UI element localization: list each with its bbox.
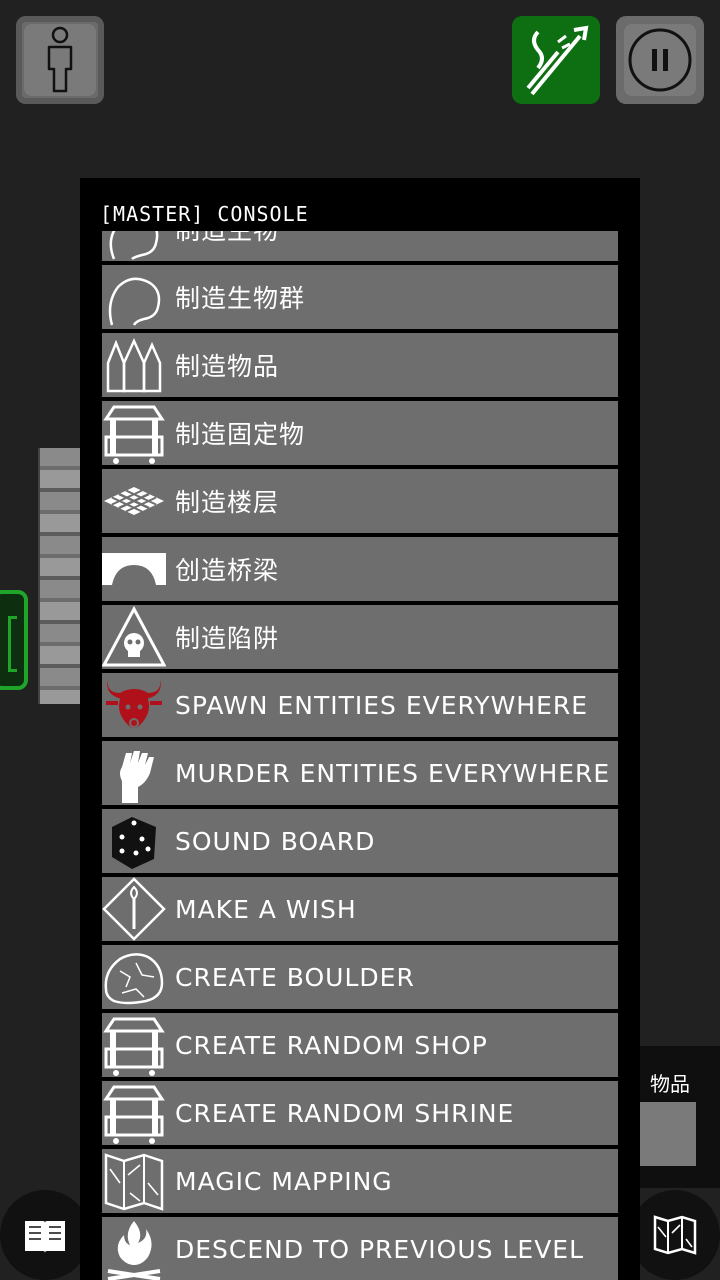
side-drawer-handle[interactable] (0, 590, 28, 690)
menu-item-label: SOUND BOARD (175, 826, 376, 856)
console-menu-list[interactable]: 制造生物 制造生物群 制造物品 (102, 231, 618, 1280)
menu-item-sound-board[interactable]: SOUND BOARD (102, 809, 618, 873)
campfire-icon (102, 1217, 166, 1280)
arrow-quiver-icon (526, 25, 589, 96)
pause-button[interactable] (616, 16, 704, 104)
stall-icon (102, 401, 166, 465)
menu-item-label: 制造生物 (175, 231, 279, 247)
head-icon (102, 231, 166, 261)
menu-item-spawn-floor[interactable]: 制造楼层 (102, 469, 618, 533)
dice-icon (102, 809, 166, 873)
wand-icon (102, 877, 166, 941)
items-icon (102, 333, 166, 397)
pause-icon (628, 28, 692, 92)
stone-wall-tile (38, 448, 82, 704)
menu-item-label: MAKE A WISH (175, 894, 357, 924)
master-console-panel: [MASTER] CONSOLE 制造生物 制造生物群 (80, 178, 640, 1280)
menu-item-spawn-group[interactable]: 制造生物群 (102, 265, 618, 329)
book-icon (25, 1221, 65, 1253)
menu-item-label: 制造楼层 (175, 488, 280, 517)
fist-icon (102, 741, 166, 805)
menu-item-create-random-shrine[interactable]: CREATE RANDOM SHRINE (102, 1081, 618, 1145)
shop-icon (102, 1013, 166, 1077)
journal-button[interactable] (0, 1190, 90, 1280)
menu-item-spawn-fixture[interactable]: 制造固定物 (102, 401, 618, 465)
ranged-attack-button[interactable] (512, 16, 600, 104)
menu-item-create-random-shop[interactable]: CREATE RANDOM SHOP (102, 1013, 618, 1077)
menu-item-label: SPAWN ENTITIES EVERYWHERE (175, 690, 589, 720)
menu-item-label: MURDER ENTITIES EVERYWHERE (175, 758, 611, 788)
shrine-icon (102, 1081, 166, 1145)
map-icon (102, 1149, 166, 1213)
menu-item-label: CREATE RANDOM SHOP (175, 1030, 488, 1060)
trap-skull-icon (102, 605, 166, 669)
inventory-label: 物品 (650, 1072, 690, 1096)
menu-item-spawn-entities-everywhere[interactable]: SPAWN ENTITIES EVERYWHERE (102, 673, 618, 737)
console-title: [MASTER] CONSOLE (100, 202, 309, 226)
inventory-slot[interactable] (640, 1102, 696, 1166)
map-button[interactable] (630, 1190, 720, 1280)
inventory-side-panel: 物品 (640, 1046, 720, 1188)
menu-item-spawn-item[interactable]: 制造物品 (102, 333, 618, 397)
floor-tiles-icon (102, 469, 166, 533)
menu-item-label: 制造固定物 (175, 420, 306, 449)
menu-item-label: 创造桥梁 (175, 556, 280, 585)
map-icon (653, 1215, 697, 1255)
head-icon (102, 265, 166, 329)
boulder-icon (102, 945, 166, 1009)
menu-item-magic-mapping[interactable]: MAGIC MAPPING (102, 1149, 618, 1213)
menu-item-label: CREATE BOULDER (175, 962, 415, 992)
bull-head-icon (102, 673, 166, 737)
menu-item-make-a-wish[interactable]: MAKE A WISH (102, 877, 618, 941)
menu-item-murder-entities-everywhere[interactable]: MURDER ENTITIES EVERYWHERE (102, 741, 618, 805)
menu-item-descend-previous-level[interactable]: DESCEND TO PREVIOUS LEVEL (102, 1217, 618, 1280)
menu-item-spawn-trap[interactable]: 制造陷阱 (102, 605, 618, 669)
menu-item-create-boulder[interactable]: CREATE BOULDER (102, 945, 618, 1009)
menu-item-label: MAGIC MAPPING (175, 1166, 393, 1196)
menu-item-label: CREATE RANDOM SHRINE (175, 1098, 515, 1128)
menu-item-label: 制造物品 (175, 352, 280, 381)
menu-item-label: DESCEND TO PREVIOUS LEVEL (175, 1234, 585, 1264)
menu-item-label: 制造陷阱 (175, 624, 280, 653)
menu-item-spawn-creature[interactable]: 制造生物 (102, 231, 618, 261)
menu-item-label: 制造生物群 (175, 284, 306, 313)
character-icon (24, 24, 96, 96)
bridge-icon (102, 537, 166, 601)
menu-item-create-bridge[interactable]: 创造桥梁 (102, 537, 618, 601)
character-button[interactable] (16, 16, 104, 104)
